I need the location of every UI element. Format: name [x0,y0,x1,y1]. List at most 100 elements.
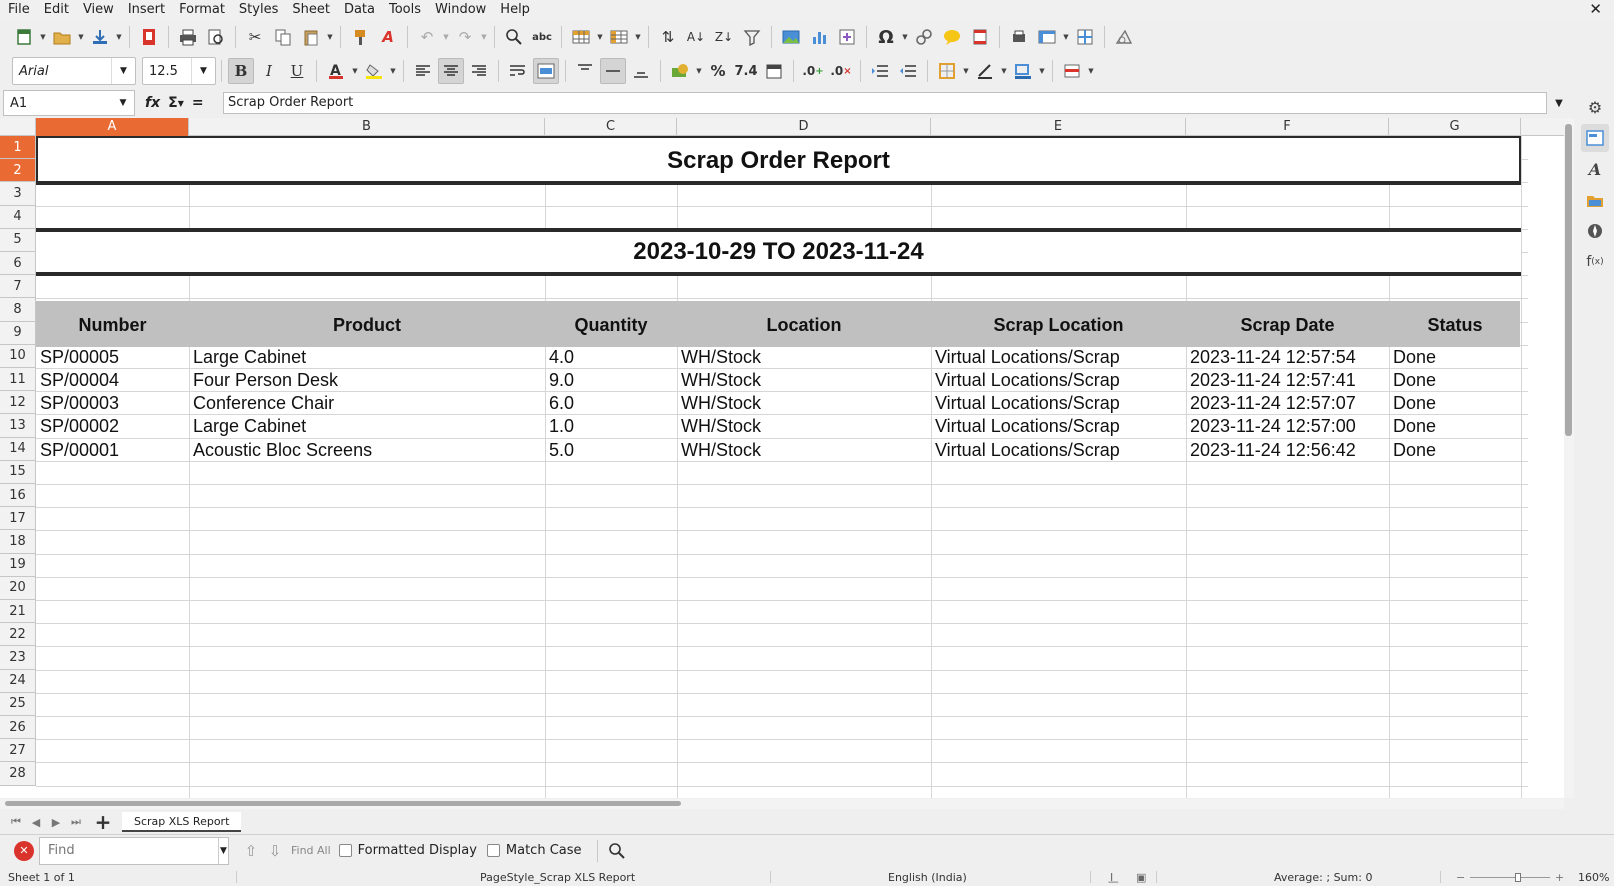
table-cell[interactable]: Virtual Locations/Scrap [931,346,1120,369]
align-center-icon[interactable] [438,58,464,84]
menu-edit[interactable]: Edit [37,0,76,20]
chevron-down-icon[interactable]: ▼ [218,837,228,864]
table-cell[interactable]: Virtual Locations/Scrap [931,415,1120,438]
table-cell[interactable]: WH/Stock [677,369,761,392]
redo-icon[interactable]: ↷ [452,24,478,50]
checkbox-box[interactable] [486,844,500,857]
column-header-a[interactable]: A [36,118,189,136]
table-cell[interactable]: Four Person Desk [189,369,338,392]
table-cell[interactable]: Acoustic Bloc Screens [189,439,372,462]
table-cell[interactable]: SP/00004 [36,369,119,392]
conditional-format-icon[interactable] [1059,58,1085,84]
undo-dropdown-icon[interactable]: ▼ [441,24,451,50]
find-previous-icon[interactable]: ⇧ [239,842,263,860]
column-header-g[interactable]: G [1389,118,1521,136]
formula-icon[interactable]: = [192,95,204,111]
table-cell[interactable]: 9.0 [545,369,574,392]
row-header[interactable]: 17 [0,507,36,531]
sheet-tab[interactable]: Scrap XLS Report [122,812,242,832]
print-preview-icon[interactable] [203,24,229,50]
highlight-color-icon[interactable] [361,58,387,84]
vertical-scroll-thumb[interactable] [1565,124,1572,436]
header-status[interactable]: Status [1389,315,1521,336]
menu-window[interactable]: Window [428,0,493,20]
header-quantity[interactable]: Quantity [545,315,677,336]
table-cell[interactable]: 2023-11-24 12:57:41 [1186,369,1356,392]
currency-dropdown-icon[interactable]: ▼ [694,58,704,84]
page-style[interactable]: PageStyle_Scrap XLS Report [480,871,635,884]
sum-icon[interactable]: Σ [168,95,178,111]
horizontal-scroll-thumb[interactable] [5,801,681,806]
selection-mode-icon[interactable]: I͟ [1110,871,1113,884]
sidebar-settings-icon[interactable]: ⚙ [1581,93,1609,121]
sidebar-styles-icon[interactable]: A [1581,155,1609,183]
menu-view[interactable]: View [76,0,121,20]
table-cell[interactable]: SP/00003 [36,392,119,415]
chevron-down-icon[interactable]: ▼ [191,58,215,84]
table-cell[interactable]: 2023-11-24 12:56:42 [1186,439,1356,462]
row-header[interactable]: 19 [0,553,36,577]
sidebar-navigator-icon[interactable] [1581,217,1609,245]
print-icon[interactable] [175,24,201,50]
sidebar-gallery-icon[interactable] [1581,186,1609,214]
italic-icon[interactable]: I [256,58,282,84]
find-input[interactable] [40,843,218,858]
row-header[interactable]: 1 [0,136,36,160]
increase-indent-icon[interactable] [867,58,893,84]
table-cell[interactable]: 2023-11-24 12:57:00 [1186,415,1356,438]
pivot-table-icon[interactable] [834,24,860,50]
align-left-icon[interactable] [410,58,436,84]
cut-icon[interactable]: ✂ [242,24,268,50]
table-cell[interactable]: Large Cabinet [189,415,306,438]
zoom-slider-handle[interactable] [1515,873,1521,882]
row-header[interactable]: 25 [0,692,36,716]
vertical-scrollbar[interactable] [1564,118,1574,798]
row-header[interactable]: 5 [0,228,36,252]
font-color-dropdown-icon[interactable]: ▼ [350,58,360,84]
table-cell[interactable]: 2023-11-24 12:57:07 [1186,392,1356,415]
font-name-combobox[interactable]: Arial ▼ [12,57,136,85]
header-scrap-location[interactable]: Scrap Location [931,315,1186,336]
row-header[interactable]: 22 [0,623,36,647]
headers-footers-icon[interactable] [967,24,993,50]
row-header[interactable]: 12 [0,391,36,415]
merge-center-icon[interactable] [533,58,559,84]
comment-icon[interactable] [939,24,965,50]
sum-dropdown-icon[interactable]: ▼ [178,99,184,108]
open-dropdown-icon[interactable]: ▼ [76,24,86,50]
row-header[interactable]: 21 [0,600,36,624]
table-cell[interactable]: Virtual Locations/Scrap [931,439,1120,462]
next-sheet-icon[interactable]: ▶ [46,816,66,829]
menu-file[interactable]: File [0,0,37,20]
menu-styles[interactable]: Styles [232,0,285,20]
horizontal-scrollbar[interactable] [0,799,1564,809]
border-color-dropdown-icon[interactable]: ▼ [1037,58,1047,84]
table-cell[interactable]: Done [1389,415,1436,438]
hyperlink-icon[interactable] [911,24,937,50]
paste-icon[interactable] [298,24,324,50]
find-and-replace-icon[interactable] [604,838,630,864]
select-all-corner[interactable] [0,118,36,136]
row-header[interactable]: 18 [0,530,36,554]
table-cell[interactable]: WH/Stock [677,346,761,369]
border-style-dropdown-icon[interactable]: ▼ [999,58,1009,84]
underline-icon[interactable]: U [284,58,310,84]
sidebar-properties-icon[interactable] [1581,124,1609,152]
table-cell[interactable]: 1.0 [545,415,574,438]
table-cell[interactable]: Virtual Locations/Scrap [931,369,1120,392]
row-header[interactable]: 3 [0,182,36,206]
freeze-dropdown-icon[interactable]: ▼ [1061,24,1071,50]
wrap-text-icon[interactable] [505,58,531,84]
row-header[interactable]: 9 [0,321,36,345]
row-header[interactable]: 13 [0,414,36,438]
open-folder-icon[interactable] [49,24,75,50]
menu-help[interactable]: Help [493,0,537,20]
spreadsheet-grid[interactable]: A B C D E F G 1 2 3 4 5 6 7 8 9 10 11 12 13 14 15 16 17 1… [0,118,1564,798]
report-title[interactable]: Scrap Order Report [36,136,1521,183]
table-cell[interactable]: Done [1389,369,1436,392]
table-cell[interactable]: 4.0 [545,346,574,369]
formula-input[interactable]: Scrap Order Report [223,92,1547,114]
menu-sheet[interactable]: Sheet [285,0,337,20]
font-size-combobox[interactable]: 12.5 ▼ [142,57,216,85]
header-location[interactable]: Location [677,315,931,336]
